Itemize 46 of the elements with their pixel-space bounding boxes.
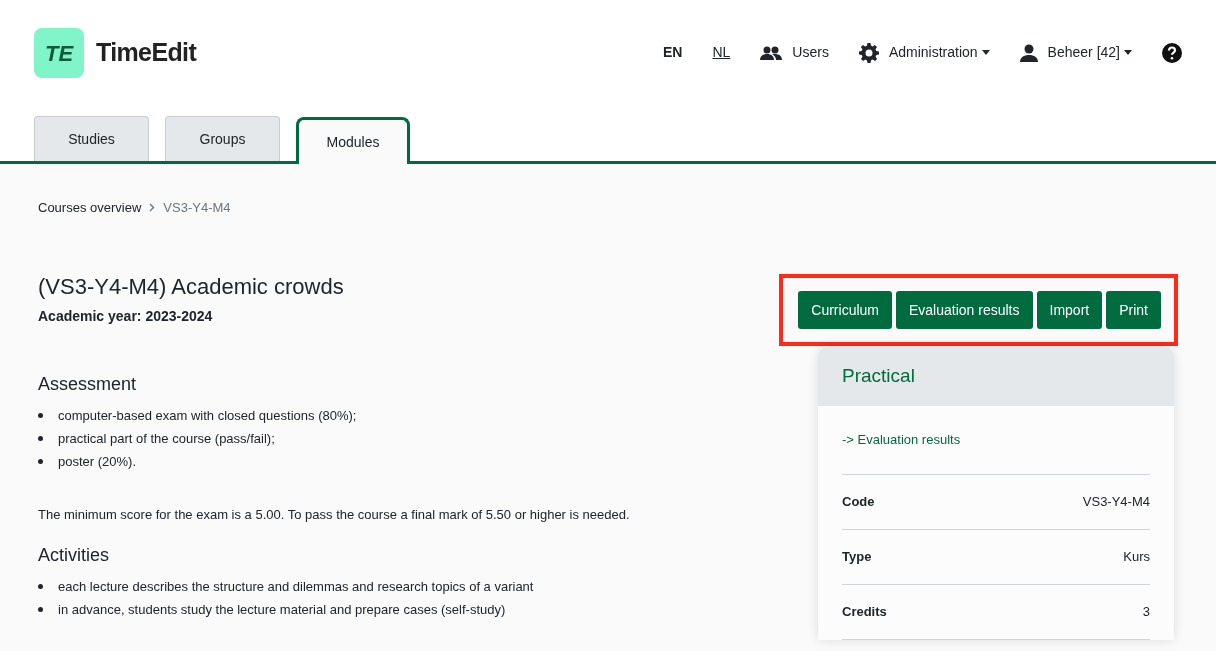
page-title: (VS3-Y4-M4) Academic crowds xyxy=(38,272,345,301)
tab[interactable]: Studies xyxy=(34,116,149,161)
list-item: computer-based exam with closed questions (80%); xyxy=(58,406,357,425)
academic-year: Academic year: 2023-2024 xyxy=(38,306,214,326)
chevron-icon xyxy=(149,203,156,213)
section-heading: Activities xyxy=(38,544,110,567)
bullet-icon xyxy=(38,435,43,441)
nav-link[interactable]: Beheer [42] xyxy=(1019,42,1132,63)
help-icon[interactable] xyxy=(1162,42,1182,63)
list-item: practical part of the course (pass/fail); xyxy=(58,429,275,448)
caret-icon xyxy=(1124,50,1132,55)
list-item: each lecture describes the structure and dilemmas and research topics of a variant xyxy=(58,578,534,596)
evaluation-link[interactable]: -> Evaluation results xyxy=(842,406,1150,475)
language-link[interactable]: NL xyxy=(712,42,731,63)
caret-icon xyxy=(981,50,990,55)
user-icon xyxy=(1019,43,1038,62)
list-item: poster (20%). xyxy=(58,452,137,471)
field-label: Credits xyxy=(842,602,887,621)
field-label: Code xyxy=(842,492,875,511)
action-button[interactable]: Import xyxy=(1036,291,1103,329)
list-item: in advance, students study the lecture material and prepare cases (self-study) xyxy=(58,601,506,619)
action-button[interactable]: Evaluation results xyxy=(896,291,1033,329)
paragraph: The minimum score for the exam is a 5.00. To pass the course a final mark of 5.50 or higher is needed. xyxy=(38,505,631,524)
field-value: 3 xyxy=(1142,602,1150,621)
tab[interactable]: Groups xyxy=(165,116,280,161)
breadcrumb-link[interactable]: Courses overview xyxy=(38,198,142,218)
language-link[interactable]: EN xyxy=(663,42,683,63)
settings-icon xyxy=(858,42,879,63)
bullet-icon xyxy=(38,412,43,418)
field-label: Type xyxy=(842,547,872,566)
bullet-icon xyxy=(38,458,43,464)
field-value: VS3-Y4-M4 xyxy=(1082,492,1150,511)
logo-text: TimeEdit xyxy=(96,37,197,69)
section-heading: Assessment xyxy=(38,372,138,396)
bullet-icon xyxy=(38,607,43,612)
action-button[interactable]: Curriculum xyxy=(798,291,892,329)
tab[interactable]: Modules xyxy=(296,117,410,164)
bullet-icon xyxy=(38,584,43,589)
field-value: Kurs xyxy=(1123,547,1150,566)
breadcrumb-current: VS3-Y4-M4 xyxy=(163,199,231,217)
logo-mark: TE xyxy=(34,28,84,78)
action-button[interactable]: Print xyxy=(1106,291,1161,329)
nav-link[interactable]: Administration xyxy=(858,42,990,63)
card-title: Practical xyxy=(842,363,915,388)
nav-link[interactable]: Users xyxy=(760,42,829,63)
users-icon xyxy=(760,45,783,60)
